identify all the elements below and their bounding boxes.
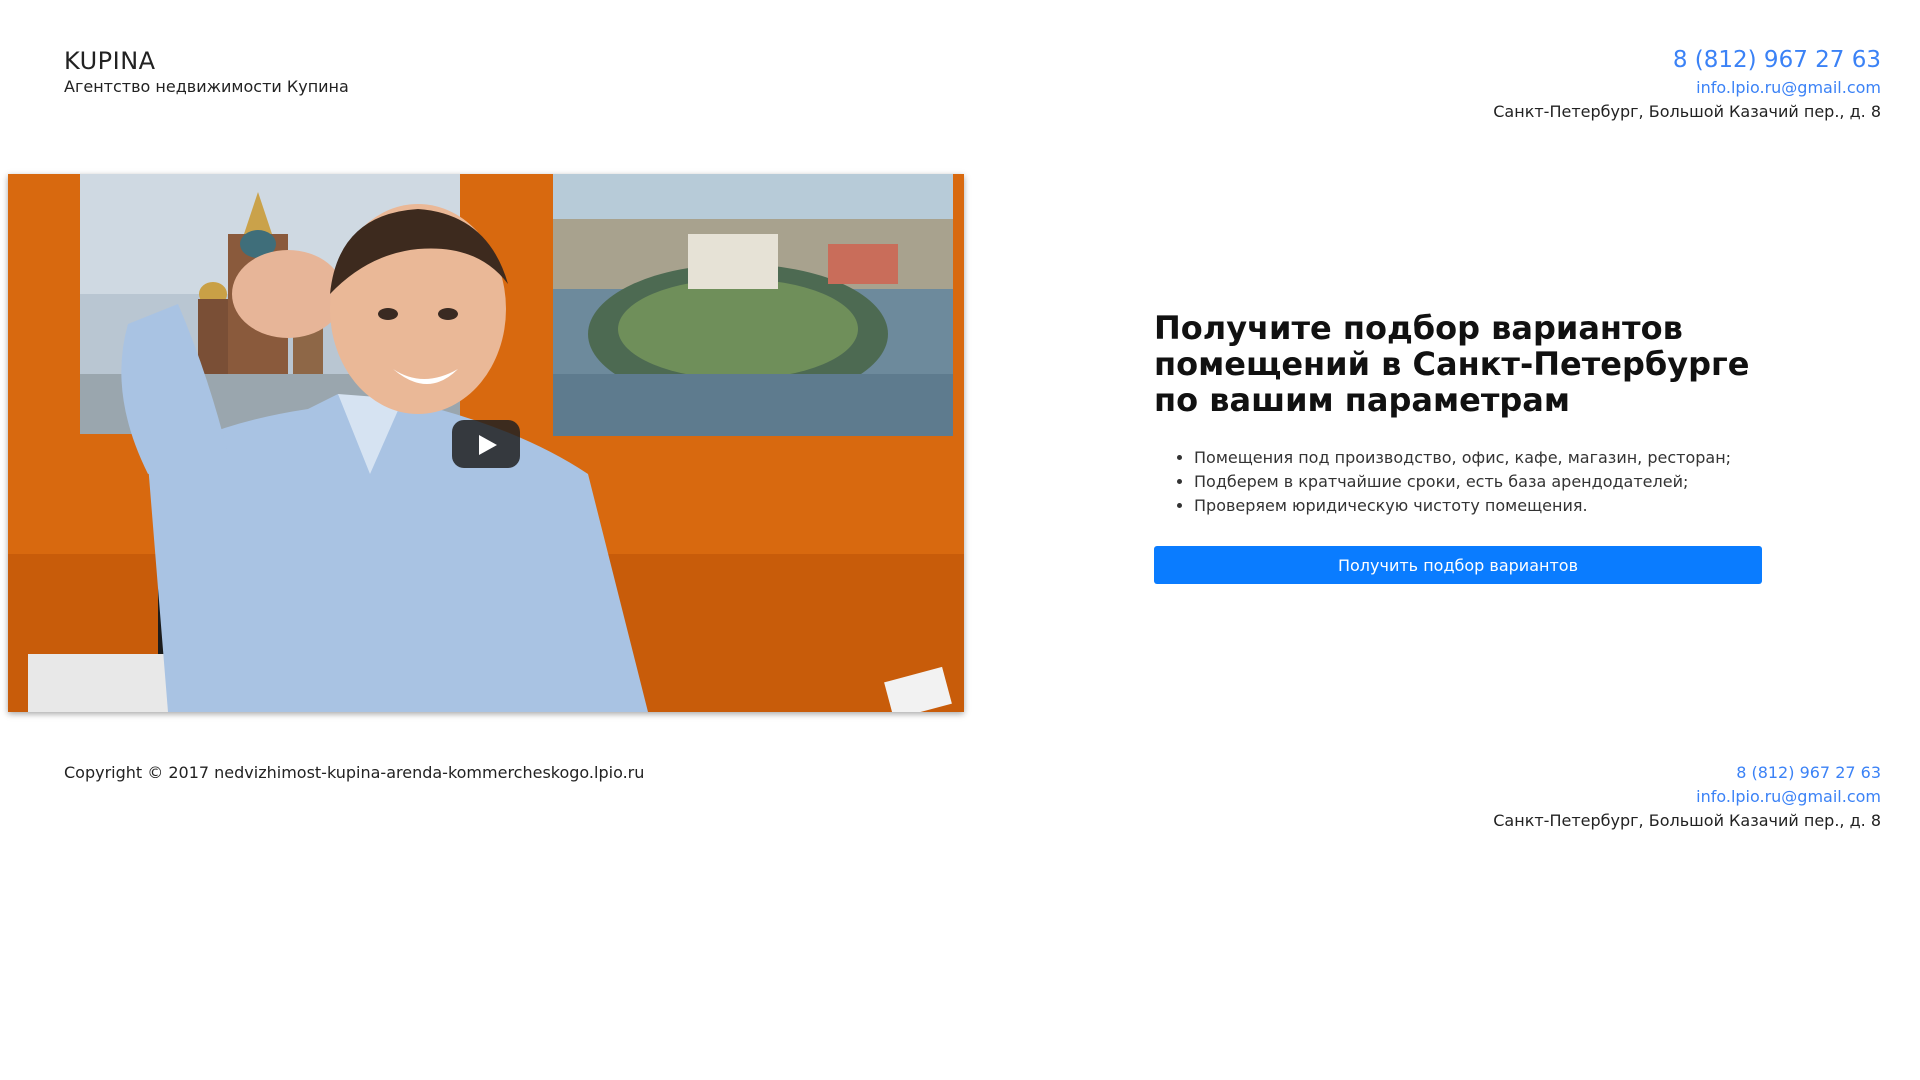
video-player[interactable] bbox=[8, 174, 964, 712]
offer-block: Получите подбор вариантов помещений в Са… bbox=[1154, 310, 1764, 584]
header-email-link[interactable]: info.lpio.ru@gmail.com bbox=[1493, 76, 1881, 100]
header-contacts: 8 (812) 967 27 63 info.lpio.ru@gmail.com… bbox=[1493, 44, 1881, 124]
offer-title: Получите подбор вариантов помещений в Са… bbox=[1154, 309, 1750, 419]
list-item: Помещения под производство, офис, кафе, … bbox=[1194, 446, 1764, 470]
play-button[interactable] bbox=[452, 420, 520, 468]
header-address: Санкт-Петербург, Большой Казачий пер., д… bbox=[1493, 102, 1881, 121]
footer-email-link[interactable]: info.lpio.ru@gmail.com bbox=[1493, 785, 1881, 809]
footer-contacts: 8 (812) 967 27 63 info.lpio.ru@gmail.com… bbox=[1493, 761, 1881, 833]
page: KUPINA Агентство недвижимости Купина 8 (… bbox=[0, 0, 1920, 1080]
brand: KUPINA Агентство недвижимости Купина bbox=[64, 46, 349, 98]
header-phone-link[interactable]: 8 (812) 967 27 63 bbox=[1493, 44, 1881, 76]
brand-subtitle: Агентство недвижимости Купина bbox=[64, 77, 349, 96]
footer-address: Санкт-Петербург, Большой Казачий пер., д… bbox=[1493, 811, 1881, 830]
list-item: Подберем в кратчайшие сроки, есть база а… bbox=[1194, 470, 1764, 494]
brand-name[interactable]: KUPINA bbox=[64, 46, 349, 76]
list-item: Проверяем юридическую чистоту помещения. bbox=[1194, 494, 1764, 518]
play-icon bbox=[479, 435, 497, 455]
offer-bullets: Помещения под производство, офис, кафе, … bbox=[1154, 446, 1764, 518]
copyright: Copyright © 2017 nedvizhimost-kupina-are… bbox=[64, 763, 645, 782]
footer-phone-link[interactable]: 8 (812) 967 27 63 bbox=[1493, 761, 1881, 785]
get-options-button[interactable]: Получить подбор вариантов bbox=[1154, 546, 1762, 584]
